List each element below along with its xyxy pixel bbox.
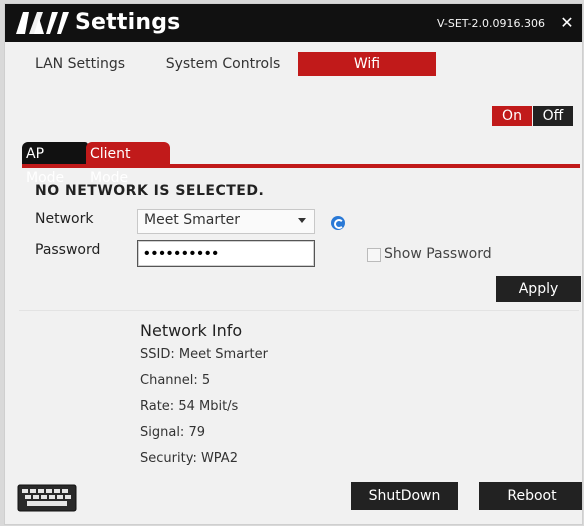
va-logo-icon xyxy=(16,12,69,34)
tab-wifi[interactable]: Wifi xyxy=(298,52,436,76)
title-bar: Settings V-SET-2.0.0916.306 ✕ xyxy=(5,4,582,42)
network-info-security: Security: WPA2 xyxy=(140,451,238,466)
network-info-channel: Channel: 5 xyxy=(140,373,211,388)
shutdown-button[interactable]: ShutDown xyxy=(351,482,458,510)
version-label: V-SET-2.0.0916.306 xyxy=(437,17,545,30)
apply-button[interactable]: Apply xyxy=(496,276,581,302)
network-info-signal: Signal: 79 xyxy=(140,425,205,440)
wifi-on-toggle[interactable]: On xyxy=(492,106,532,126)
network-status: NO NETWORK IS SELECTED. xyxy=(35,183,265,199)
password-label: Password xyxy=(35,242,101,258)
divider xyxy=(19,310,579,311)
show-password-label: Show Password xyxy=(384,246,492,262)
password-input[interactable] xyxy=(138,241,314,266)
network-label: Network xyxy=(35,211,94,227)
tab-ap-mode[interactable]: AP Mode xyxy=(22,142,88,186)
password-field[interactable] xyxy=(137,240,315,267)
settings-tabs: LAN Settings System Controls Wifi xyxy=(5,48,582,78)
window-title: Settings xyxy=(75,10,181,35)
keyboard-icon[interactable] xyxy=(17,483,77,513)
network-info-rate: Rate: 54 Mbit/s xyxy=(140,399,239,414)
network-info-title: Network Info xyxy=(140,321,243,340)
settings-window: Settings V-SET-2.0.0916.306 ✕ LAN Settin… xyxy=(5,4,582,524)
network-select[interactable]: Meet Smarter xyxy=(137,209,315,234)
network-info-ssid: SSID: Meet Smarter xyxy=(140,347,268,362)
close-icon[interactable]: ✕ xyxy=(556,12,578,34)
reboot-button[interactable]: Reboot xyxy=(479,482,582,510)
show-password-checkbox[interactable] xyxy=(367,248,381,262)
network-select-value: Meet Smarter xyxy=(144,212,240,228)
mode-tabs-underline xyxy=(22,164,580,168)
tab-client-mode[interactable]: Client Mode xyxy=(86,142,170,186)
tab-system-controls[interactable]: System Controls xyxy=(153,52,293,76)
chevron-down-icon xyxy=(298,218,306,223)
tab-lan-settings[interactable]: LAN Settings xyxy=(15,52,145,76)
wifi-off-toggle[interactable]: Off xyxy=(533,106,573,126)
refresh-icon[interactable] xyxy=(331,216,345,230)
